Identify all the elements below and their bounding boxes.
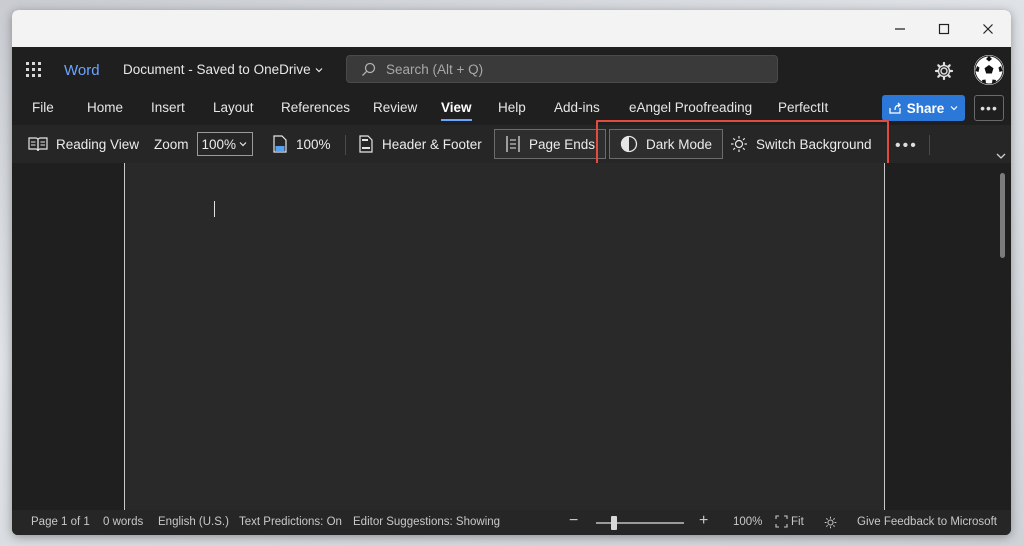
word-window: Word Document - Saved to OneDrive Search… bbox=[12, 10, 1011, 535]
tab-add-ins[interactable]: Add-ins bbox=[554, 100, 600, 115]
tab-insert[interactable]: Insert bbox=[151, 100, 185, 115]
share-icon bbox=[889, 102, 901, 114]
soccer-ball-icon bbox=[974, 55, 1004, 85]
avatar[interactable] bbox=[974, 55, 1004, 85]
text-predictions-status[interactable]: Text Predictions: On bbox=[239, 516, 342, 528]
tab-references[interactable]: References bbox=[281, 100, 350, 115]
share-button[interactable]: Share bbox=[882, 95, 965, 121]
chevron-down-icon bbox=[315, 67, 323, 72]
tab-eangel-proofreading[interactable]: eAngel Proofreading bbox=[629, 100, 752, 115]
word-count[interactable]: 0 words bbox=[103, 516, 143, 528]
tab-home[interactable]: Home bbox=[87, 100, 123, 115]
header-footer-icon bbox=[359, 135, 373, 153]
title-bar bbox=[12, 10, 1011, 47]
tab-help[interactable]: Help bbox=[498, 100, 526, 115]
page-ends-icon bbox=[506, 136, 520, 152]
tab-perfectit[interactable]: PerfectIt bbox=[778, 100, 828, 115]
text-cursor bbox=[214, 201, 215, 217]
document-title-text: Document - Saved to OneDrive bbox=[123, 62, 311, 77]
header-footer-button[interactable]: Header & Footer bbox=[358, 129, 482, 159]
tab-file[interactable]: File bbox=[32, 100, 54, 115]
reading-view-button[interactable]: Reading View bbox=[28, 129, 139, 159]
search-box[interactable]: Search (Alt + Q) bbox=[346, 55, 778, 83]
share-label: Share bbox=[906, 100, 945, 116]
zoom-percent[interactable]: 100% bbox=[733, 516, 762, 528]
editor-suggestions-status[interactable]: Editor Suggestions: Showing bbox=[353, 516, 500, 528]
zoom-100-label: 100% bbox=[296, 136, 331, 152]
app-bar: Word Document - Saved to OneDrive Search… bbox=[12, 47, 1011, 95]
fit-icon bbox=[775, 515, 788, 528]
minimize-button[interactable] bbox=[878, 10, 922, 47]
minimize-icon bbox=[895, 27, 905, 30]
document-title[interactable]: Document - Saved to OneDrive bbox=[123, 62, 324, 77]
give-feedback-link[interactable]: Give Feedback to Microsoft bbox=[857, 516, 997, 528]
close-button[interactable] bbox=[966, 10, 1010, 47]
header-footer-label: Header & Footer bbox=[382, 136, 482, 152]
language-status[interactable]: English (U.S.) bbox=[158, 516, 229, 528]
app-name[interactable]: Word bbox=[64, 62, 100, 79]
highlight-box bbox=[596, 120, 889, 168]
zoom-value: 100% bbox=[201, 136, 237, 152]
page-ends-label: Page Ends bbox=[529, 136, 596, 152]
maximize-button[interactable] bbox=[922, 10, 966, 47]
tab-view[interactable]: View bbox=[441, 100, 472, 121]
page-ends-button[interactable]: Page Ends bbox=[494, 129, 607, 159]
close-icon bbox=[983, 23, 993, 34]
settings-gear-icon[interactable] bbox=[934, 61, 954, 81]
fit-label: Fit bbox=[791, 515, 804, 528]
chevron-down-icon bbox=[950, 106, 958, 111]
more-dots-icon: ••• bbox=[980, 100, 998, 116]
reading-view-label: Reading View bbox=[56, 136, 140, 152]
vertical-scrollbar[interactable] bbox=[999, 163, 1005, 510]
search-placeholder: Search (Alt + Q) bbox=[386, 61, 484, 77]
zoom-slider-thumb[interactable] bbox=[610, 516, 617, 530]
tab-review[interactable]: Review bbox=[373, 100, 417, 115]
zoom-100-button[interactable]: 100% bbox=[272, 129, 331, 159]
ribbon-separator bbox=[929, 135, 930, 155]
zoom-slider[interactable] bbox=[596, 516, 684, 530]
app-launcher-icon[interactable] bbox=[26, 62, 42, 78]
document-page[interactable] bbox=[124, 163, 885, 510]
zoom-out-button[interactable]: − bbox=[569, 512, 578, 530]
zoom-label: Zoom bbox=[154, 136, 189, 152]
search-icon bbox=[362, 62, 376, 76]
document-canvas bbox=[12, 163, 1011, 510]
zoom-group: Zoom 100% bbox=[154, 129, 253, 159]
ribbon-overflow-button[interactable]: ••• bbox=[895, 137, 918, 155]
scrollbar-thumb[interactable] bbox=[1000, 173, 1005, 258]
tab-layout[interactable]: Layout bbox=[213, 100, 254, 115]
more-options-button[interactable]: ••• bbox=[974, 95, 1004, 121]
page-count[interactable]: Page 1 of 1 bbox=[31, 516, 90, 528]
maximize-icon bbox=[938, 23, 950, 34]
book-icon bbox=[28, 137, 48, 152]
sun-icon[interactable] bbox=[824, 516, 837, 529]
fit-button[interactable]: Fit bbox=[775, 515, 804, 528]
chevron-down-icon[interactable] bbox=[995, 150, 1007, 162]
ribbon-separator bbox=[345, 135, 346, 155]
page-100-icon bbox=[273, 135, 287, 153]
zoom-dropdown[interactable]: 100% bbox=[196, 132, 253, 156]
zoom-in-button[interactable]: + bbox=[699, 512, 708, 530]
status-bar: Page 1 of 1 0 words English (U.S.) Text … bbox=[12, 510, 1011, 535]
chevron-down-icon bbox=[239, 142, 246, 147]
